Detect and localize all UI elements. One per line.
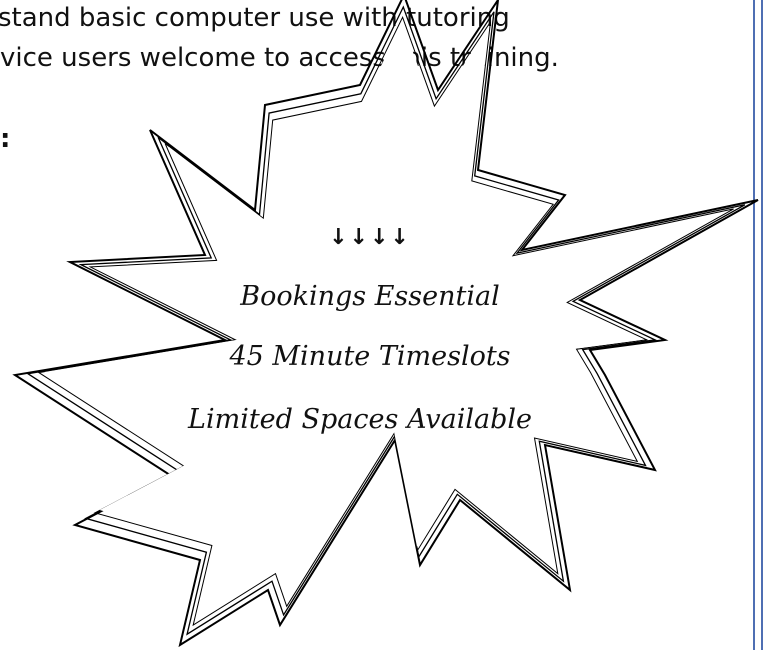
callout-limited-spaces: Limited Spaces Available xyxy=(188,404,532,435)
document-page: stand basic computer use with tutoring v… xyxy=(0,0,763,650)
callout-bookings-essential: Bookings Essential xyxy=(240,281,500,312)
callout-45-minute-timeslots: 45 Minute Timeslots xyxy=(229,341,511,372)
starburst-callout-shape xyxy=(12,0,759,648)
callout-arrows: ↓↓↓↓ xyxy=(329,225,411,250)
